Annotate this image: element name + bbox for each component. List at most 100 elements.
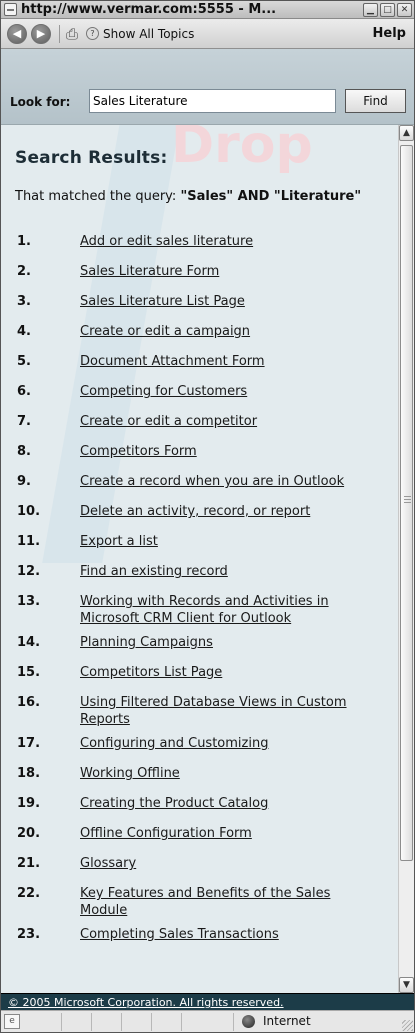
result-link[interactable]: Competing for Customers <box>80 383 380 400</box>
result-link[interactable]: Offline Configuration Form <box>80 825 380 842</box>
result-item: 5. Document Attachment Form <box>1 353 398 383</box>
result-link[interactable]: Key Features and Benefits of the Sales M… <box>80 885 380 919</box>
show-all-topics-link[interactable]: Show All Topics <box>103 27 194 41</box>
result-link[interactable]: Creating the Product Catalog <box>80 795 380 812</box>
window-title: http://www.vermar.com:5555 - M... <box>21 2 277 17</box>
result-number: 4. <box>17 324 31 339</box>
result-item: 15. Competitors List Page <box>1 664 398 694</box>
result-number: 1. <box>17 234 31 249</box>
result-link[interactable]: Working with Records and Activities in M… <box>80 593 380 627</box>
vertical-scrollbar[interactable]: ▲ ▼ <box>398 125 414 993</box>
result-number: 15. <box>17 665 41 680</box>
result-list: 1. Add or edit sales literature 2. Sales Li… <box>1 233 398 956</box>
internet-zone-icon <box>242 1015 255 1028</box>
results-title: Search Results: <box>15 148 168 168</box>
help-toolbar: ◀ ▶ ⎙ ? Show All Topics Help <box>1 19 414 49</box>
watermark: Drop <box>42 125 398 563</box>
result-link[interactable]: Competitors Form <box>80 443 380 460</box>
result-link[interactable]: Configuring and Customizing <box>80 735 380 752</box>
result-item: 11. Export a list <box>1 533 398 563</box>
result-number: 22. <box>17 886 41 901</box>
scroll-down-icon[interactable]: ▼ <box>399 977 414 993</box>
status-divider <box>233 1013 234 1031</box>
forward-arrow-icon[interactable]: ▶ <box>31 23 51 44</box>
result-link[interactable]: Export a list <box>80 533 380 550</box>
result-link[interactable]: Add or edit sales literature <box>80 233 380 250</box>
ie-document-icon <box>4 3 17 16</box>
result-item: 12. Find an existing record <box>1 563 398 593</box>
title-bar[interactable]: http://www.vermar.com:5555 - M... ▁ □ ✕ <box>1 1 414 19</box>
result-number: 2. <box>17 264 31 279</box>
query-terms: "Sales" AND "Literature" <box>180 189 362 204</box>
result-item: 17. Configuring and Customizing <box>1 735 398 765</box>
result-item: 22. Key Features and Benefits of the Sale… <box>1 885 398 926</box>
copyright-link[interactable]: © 2005 Microsoft Corporation. All rights… <box>8 996 284 1009</box>
status-divider <box>151 1013 152 1031</box>
search-input[interactable] <box>89 89 336 113</box>
result-link[interactable]: Find an existing record <box>80 563 380 580</box>
result-number: 21. <box>17 856 41 871</box>
maximize-button[interactable]: □ <box>380 2 395 17</box>
result-item: 2. Sales Literature Form <box>1 263 398 293</box>
minimize-button[interactable]: ▁ <box>363 2 378 17</box>
result-link[interactable]: Delete an activity, record, or report <box>80 503 380 520</box>
result-number: 8. <box>17 444 31 459</box>
result-item: 23. Completing Sales Transactions <box>1 926 398 956</box>
result-item: 8. Competitors Form <box>1 443 398 473</box>
result-item: 1. Add or edit sales literature <box>1 233 398 263</box>
result-item: 18. Working Offline <box>1 765 398 795</box>
result-number: 6. <box>17 384 31 399</box>
result-number: 20. <box>17 826 41 841</box>
result-number: 23. <box>17 927 41 942</box>
toolbar-separator <box>59 24 60 43</box>
result-item: 14. Planning Campaigns <box>1 634 398 664</box>
status-divider <box>61 1013 62 1031</box>
result-item: 19. Creating the Product Catalog <box>1 795 398 825</box>
result-item: 6. Competing for Customers <box>1 383 398 413</box>
result-item: 21. Glossary <box>1 855 398 885</box>
page-status-icon: e <box>4 1014 20 1029</box>
result-link[interactable]: Working Offline <box>80 765 380 782</box>
back-arrow-icon[interactable]: ◀ <box>7 23 27 44</box>
look-for-label: Look for: <box>10 95 71 109</box>
browser-window: http://www.vermar.com:5555 - M... ▁ □ ✕ … <box>0 0 415 1033</box>
result-link[interactable]: Create or edit a campaign <box>80 323 380 340</box>
result-item: 9. Create a record when you are in Outloo… <box>1 473 398 503</box>
result-number: 3. <box>17 294 31 309</box>
result-item: 10. Delete an activity, record, or report <box>1 503 398 533</box>
grip-icon <box>404 496 411 505</box>
status-divider <box>121 1013 122 1031</box>
status-divider <box>91 1013 92 1031</box>
scroll-thumb[interactable] <box>400 145 413 861</box>
result-item: 7. Create or edit a competitor <box>1 413 398 443</box>
close-button[interactable]: ✕ <box>397 2 412 17</box>
result-link[interactable]: Planning Campaigns <box>80 634 380 651</box>
security-zone-label: Internet <box>263 1014 311 1028</box>
find-button[interactable]: Find <box>345 89 406 113</box>
result-number: 11. <box>17 534 41 549</box>
scroll-up-icon[interactable]: ▲ <box>399 125 414 141</box>
resize-grip-icon[interactable] <box>402 1020 413 1031</box>
status-bar: e Internet <box>1 1010 414 1032</box>
result-link[interactable]: Competitors List Page <box>80 664 380 681</box>
help-link[interactable]: Help <box>373 26 406 41</box>
result-link[interactable]: Document Attachment Form <box>80 353 380 370</box>
result-link[interactable]: Using Filtered Database Views in Custom … <box>80 694 380 728</box>
show-all-topics-icon[interactable]: ? <box>86 27 100 40</box>
search-results-pane: Drop Search Results: That matched the qu… <box>1 125 398 993</box>
result-link[interactable]: Create a record when you are in Outlook <box>80 473 380 490</box>
result-link[interactable]: Glossary <box>80 855 380 872</box>
result-number: 12. <box>17 564 41 579</box>
print-icon[interactable]: ⎙ <box>66 25 78 43</box>
result-link[interactable]: Sales Literature Form <box>80 263 380 280</box>
query-prefix: That matched the query: <box>15 189 177 204</box>
query-description: That matched the query: "Sales" AND "Lit… <box>15 188 385 205</box>
status-divider <box>181 1013 182 1031</box>
result-number: 19. <box>17 796 41 811</box>
result-number: 18. <box>17 766 41 781</box>
result-number: 10. <box>17 504 41 519</box>
result-item: 13. Working with Records and Activities i… <box>1 593 398 634</box>
result-link[interactable]: Create or edit a competitor <box>80 413 380 430</box>
result-link[interactable]: Sales Literature List Page <box>80 293 380 310</box>
result-link[interactable]: Completing Sales Transactions <box>80 926 380 943</box>
